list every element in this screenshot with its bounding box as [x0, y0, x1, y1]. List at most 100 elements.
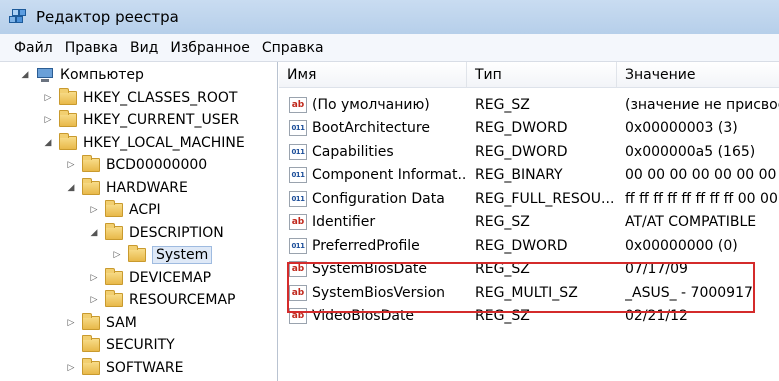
value-row[interactable]: ab (По умолчанию) REG_SZ (значение не присв…: [279, 93, 779, 117]
tree-node[interactable]: ◢ Компьютер: [20, 64, 144, 86]
value-row[interactable]: 011 Component Informat... REG_BINARY 00 00 …: [279, 164, 779, 188]
tree-node[interactable]: ◢ HARDWARE: [66, 177, 188, 199]
value-name-cell: ab (По умолчанию): [289, 93, 467, 117]
string-value-icon: ab: [289, 96, 307, 113]
menu-bar: Файл Правка Вид Избранное Справка: [0, 34, 779, 62]
value-name-cell: 011 Component Informat...: [289, 164, 467, 188]
tree-node[interactable]: ▷ System: [112, 244, 213, 266]
value-row[interactable]: 011 PreferredProfile REG_DWORD 0x00000000 (…: [279, 234, 779, 258]
folder-icon: [82, 177, 100, 195]
tree-node-label: DEVICEMAP: [129, 269, 212, 286]
column-header-name[interactable]: Имя: [279, 62, 467, 88]
binary-value-icon: 011: [289, 190, 307, 207]
value-data: 00 00 00 00 00 00 00 00: [625, 167, 779, 184]
value-name: Capabilities: [312, 143, 394, 160]
folder-icon: [105, 222, 123, 240]
folder-icon: [105, 267, 123, 285]
value-name: Identifier: [312, 214, 376, 231]
collapse-arrow-icon[interactable]: ◢: [89, 228, 99, 238]
tree-node[interactable]: ▷ HKEY_CLASSES_ROOT: [43, 87, 237, 109]
tree-node[interactable]: ◢ HKEY_LOCAL_MACHINE: [43, 132, 245, 154]
menu-edit[interactable]: Правка: [59, 40, 124, 56]
menu-help[interactable]: Справка: [256, 40, 330, 56]
menu-favorites[interactable]: Избранное: [164, 40, 256, 56]
binary-value-icon: 011: [289, 143, 307, 160]
tree-node-label: System: [152, 246, 213, 264]
value-type: REG_SZ: [475, 214, 530, 231]
value-type: REG_SZ: [475, 96, 530, 113]
folder-icon: [82, 357, 100, 375]
tree-node-label: ACPI: [129, 202, 161, 218]
title-bar: Редактор реестра: [0, 0, 779, 34]
collapse-arrow-icon[interactable]: ◢: [43, 138, 53, 148]
registry-app-icon: [8, 7, 28, 27]
value-data: 0x00000000 (0): [625, 237, 738, 254]
value-type: REG_DWORD: [475, 237, 568, 254]
tree-node-label: HKEY_CURRENT_USER: [83, 112, 240, 128]
value-data: ff ff ff ff ff ff ff ff 00 00: [625, 190, 778, 207]
values-list[interactable]: Имя Тип Значение ab (По умолчанию) REG_SZ (…: [279, 62, 779, 381]
expand-arrow-icon[interactable]: ▷: [66, 160, 76, 170]
collapse-arrow-icon[interactable]: ◢: [20, 70, 30, 80]
menu-view[interactable]: Вид: [124, 40, 164, 56]
tree-node[interactable]: ▷ ACPI: [89, 199, 161, 221]
tree-node-label: BCD00000000: [106, 157, 208, 173]
tree-node[interactable]: SECURITY: [66, 334, 175, 356]
computer-icon: [36, 68, 54, 82]
folder-icon: [59, 87, 77, 105]
value-data: 0x00000003 (3): [625, 120, 738, 137]
expand-arrow-icon[interactable]: ▷: [66, 363, 76, 373]
tree-node[interactable]: ▷ SOFTWARE: [66, 357, 184, 379]
string-value-icon: ab: [289, 214, 307, 231]
value-type: REG_DWORD: [475, 120, 568, 137]
tree-node[interactable]: ◢ DESCRIPTION: [89, 222, 224, 244]
value-row[interactable]: 011 BootArchitecture REG_DWORD 0x00000003 (…: [279, 117, 779, 141]
value-name-cell: 011 Configuration Data: [289, 187, 467, 211]
folder-icon: [59, 110, 77, 127]
tree-node[interactable]: ▷ RESOURCEMAP: [89, 289, 235, 311]
value-row[interactable]: 011 Capabilities REG_DWORD 0x000000a5 (165): [279, 140, 779, 164]
value-name: BootArchitecture: [312, 120, 430, 137]
folder-icon: [82, 312, 100, 330]
tree-node-label: Компьютер: [60, 67, 144, 83]
expand-arrow-icon[interactable]: ▷: [66, 318, 76, 328]
menu-file[interactable]: Файл: [8, 40, 59, 56]
value-data: 0x000000a5 (165): [625, 143, 756, 160]
binary-value-icon: 011: [289, 120, 307, 137]
tree-node[interactable]: ▷ DEVICEMAP: [89, 267, 211, 289]
value-row[interactable]: ab Identifier REG_SZ AT/AT COMPATIBLE: [279, 211, 779, 235]
tree-node-label: HKEY_LOCAL_MACHINE: [83, 134, 245, 151]
value-name-cell: ab Identifier: [289, 211, 467, 235]
value-name-cell: 011 BootArchitecture: [289, 117, 467, 141]
value-name-cell: 011 PreferredProfile: [289, 234, 467, 258]
registry-tree[interactable]: ◢ Компьютер ▷ HKEY_CLASSES_ROOT ▷ HKEY_CURREN…: [0, 62, 278, 381]
tree-node[interactable]: ▷ BCD00000000: [66, 154, 207, 176]
tree-node-label: HARDWARE: [106, 179, 188, 196]
value-name: PreferredProfile: [312, 237, 420, 254]
window-title: Редактор реестра: [36, 8, 179, 26]
column-header-type[interactable]: Тип: [467, 62, 617, 88]
value-name: Configuration Data: [312, 190, 445, 207]
value-row[interactable]: 011 Configuration Data REG_FULL_RESOU... ff…: [279, 187, 779, 211]
expand-arrow-icon[interactable]: ▷: [89, 205, 99, 215]
expand-arrow-icon[interactable]: ▷: [43, 115, 53, 125]
tree-node-label: RESOURCEMAP: [129, 292, 236, 308]
expand-arrow-icon[interactable]: ▷: [112, 250, 122, 260]
tree-node-label: SAM: [106, 314, 137, 331]
binary-value-icon: 011: [289, 237, 307, 254]
value-data: (значение не присвоено): [625, 96, 779, 113]
column-header-value[interactable]: Значение: [617, 62, 779, 88]
folder-icon: [128, 245, 146, 262]
expand-arrow-icon[interactable]: ▷: [89, 295, 99, 305]
tree-node[interactable]: ▷ SAM: [66, 312, 137, 334]
expand-arrow-icon[interactable]: ▷: [43, 93, 53, 103]
tree-node[interactable]: ▷ HKEY_CURRENT_USER: [43, 109, 239, 131]
tree-node-label: SECURITY: [106, 337, 175, 353]
value-name: Component Informat...: [312, 167, 467, 184]
collapse-arrow-icon[interactable]: ◢: [66, 183, 76, 193]
expand-arrow-icon[interactable]: ▷: [89, 273, 99, 283]
folder-icon: [105, 200, 123, 217]
tree-node-label: HKEY_CLASSES_ROOT: [83, 89, 238, 106]
value-type: REG_DWORD: [475, 143, 568, 160]
